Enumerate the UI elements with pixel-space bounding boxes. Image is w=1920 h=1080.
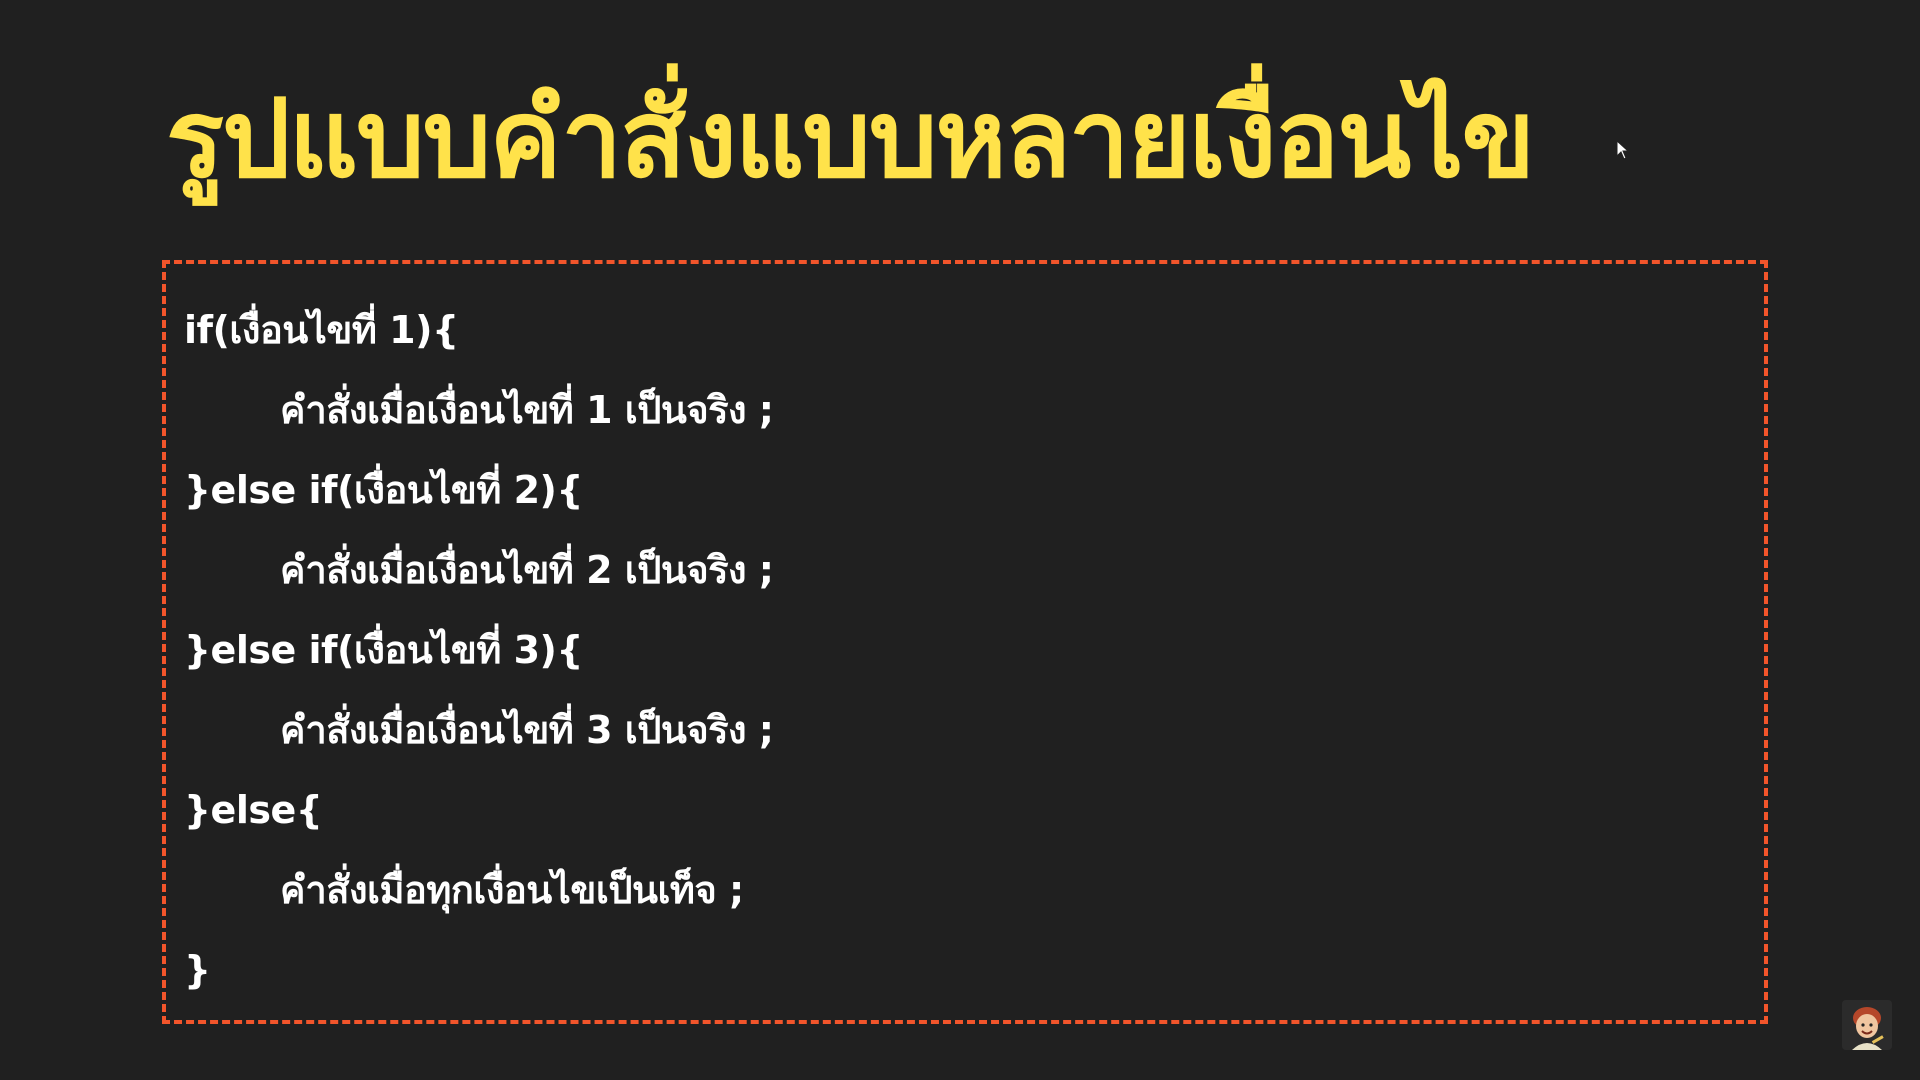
code-line: }else if(เงื่อนไขที่ 2){ (184, 468, 583, 512)
code-line: คำสั่งเมื่อเงื่อนไขที่ 1 เป็นจริง ; (280, 388, 774, 432)
code-line: คำสั่งเมื่อทุกเงื่อนไขเป็นเท็จ ; (280, 868, 744, 912)
slide-title: รูปแบบคำสั่งแบบหลายเงื่อนไข (166, 77, 1535, 202)
code-line: if(เงื่อนไขที่ 1){ (184, 308, 459, 352)
code-lines: if(เงื่อนไขที่ 1){ คำสั่งเมื่อเงื่อนไขที… (184, 290, 774, 1010)
code-line: }else if(เงื่อนไขที่ 3){ (184, 628, 583, 672)
mouse-pointer-icon (1616, 140, 1630, 160)
slide: รูปแบบคำสั่งแบบหลายเงื่อนไข if(เงื่อนไขท… (0, 0, 1920, 1080)
code-line: } (184, 948, 211, 992)
code-line: คำสั่งเมื่อเงื่อนไขที่ 3 เป็นจริง ; (280, 708, 774, 752)
code-line: }else{ (184, 788, 323, 832)
code-block-frame: if(เงื่อนไขที่ 1){ คำสั่งเมื่อเงื่อนไขที… (162, 260, 1768, 1024)
code-line: คำสั่งเมื่อเงื่อนไขที่ 2 เป็นจริง ; (280, 548, 774, 592)
presenter-avatar-icon (1842, 1000, 1892, 1050)
